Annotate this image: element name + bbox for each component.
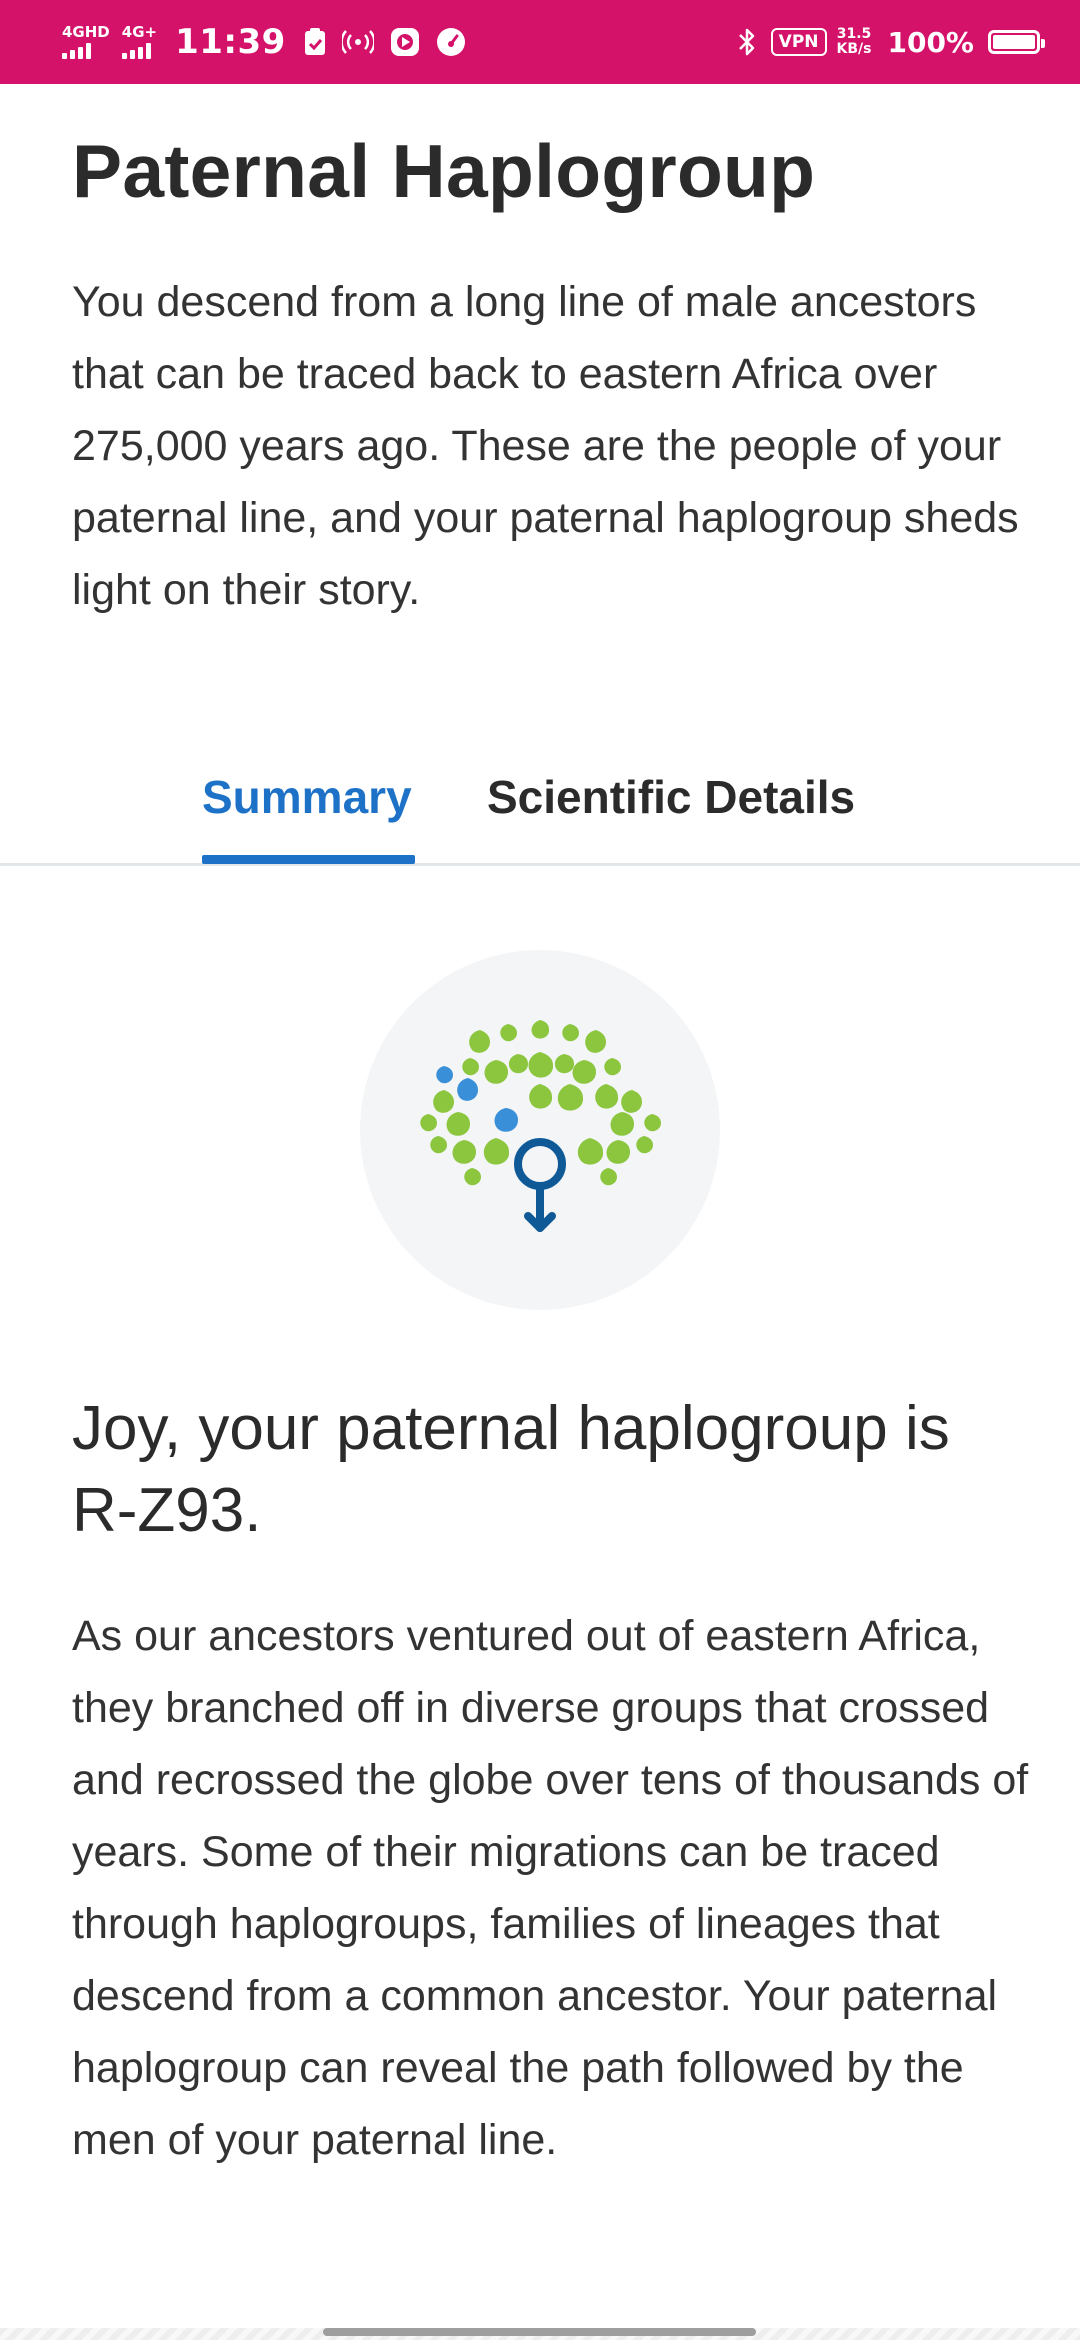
hotspot-icon <box>341 30 374 54</box>
summary-paragraph: As our ancestors ventured out of eastern… <box>72 1612 1029 2164</box>
battery-percent: 100% <box>887 25 974 59</box>
page-title: Paternal Haplogroup <box>72 129 816 213</box>
tab-scientific-details[interactable]: Scientific Details <box>487 770 855 824</box>
tab-bar: Summary Scientific Details <box>0 740 1080 866</box>
signal-bars-icon-2 <box>121 43 151 59</box>
haplogroup-headline: Joy, your paternal haplogroup is R-Z93. <box>72 1394 950 1545</box>
network-speed: 31.5 KB/s <box>837 27 872 56</box>
media-play-icon <box>390 27 420 57</box>
speedometer-icon <box>436 27 466 57</box>
status-right: VPN 31.5 KB/s 100% <box>737 25 1045 59</box>
signal-bars-icon <box>62 43 91 59</box>
clipboard-check-icon <box>304 28 326 56</box>
home-indicator[interactable] <box>323 2328 756 2336</box>
network-indicator-1: 4GHD <box>62 25 110 59</box>
network-speed-unit: KB/s <box>836 41 872 57</box>
battery-fill <box>993 35 1035 49</box>
battery-icon <box>988 30 1045 54</box>
status-bar: 4GHD 4G+ 11:39 VPN 31.5 KB/s 100% <box>0 0 1080 84</box>
status-time: 11:39 <box>175 22 286 62</box>
network-label-2: 4G+ <box>121 23 158 41</box>
intro-paragraph: You descend from a long line of male anc… <box>72 278 1019 614</box>
network-label-1: 4GHD <box>62 23 110 41</box>
network-indicator-2: 4G+ <box>121 23 158 59</box>
network-speed-value: 31.5 <box>836 26 872 43</box>
tab-summary[interactable]: Summary <box>202 770 412 824</box>
bluetooth-icon <box>737 27 757 57</box>
status-left: 4GHD 4G+ 11:39 <box>62 22 482 62</box>
vpn-badge: VPN <box>770 28 827 56</box>
paternal-tree-emblem <box>360 950 720 1310</box>
active-tab-indicator <box>202 855 415 864</box>
paternal-tree-icon <box>420 1020 661 1232</box>
